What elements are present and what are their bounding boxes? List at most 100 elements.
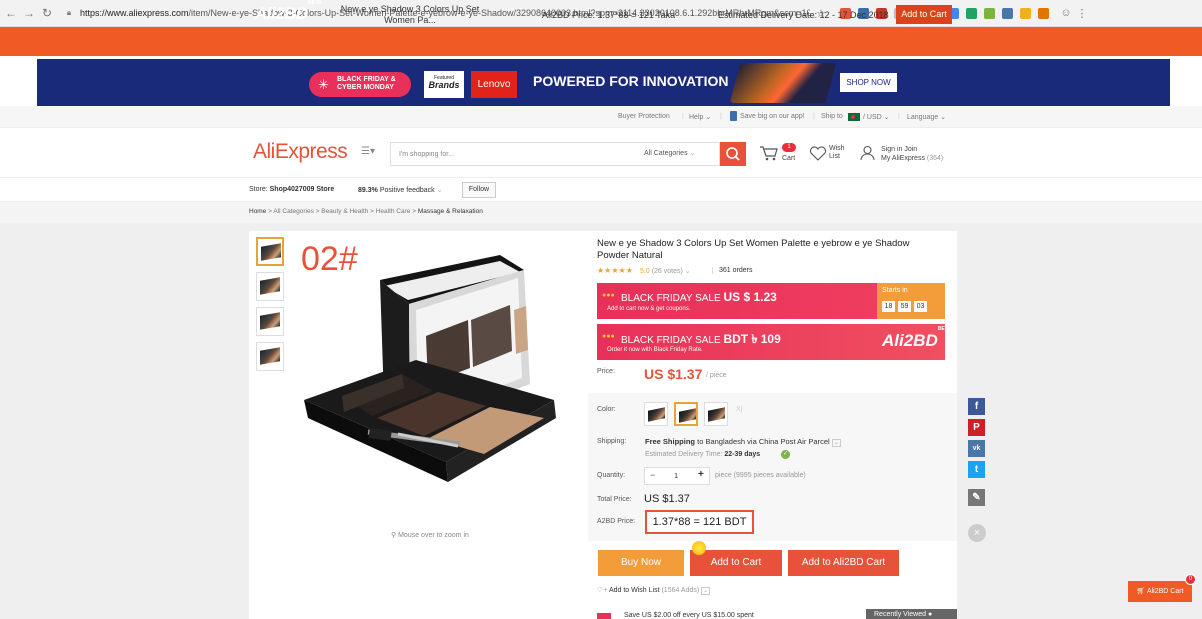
more-menu-icon[interactable]: ⋮ — [1075, 7, 1089, 20]
recently-viewed-icon: ● — [927, 611, 933, 618]
search-button[interactable] — [720, 142, 746, 166]
store-bar — [0, 178, 1202, 202]
timer-seconds: 03 — [914, 301, 927, 312]
gallery-thumbnail[interactable] — [256, 342, 284, 371]
divider: | — [898, 113, 900, 120]
url-host: https://www.aliexpress.com — [80, 8, 189, 18]
quantity-increase-button[interactable]: + — [698, 469, 704, 480]
ali2bd-add-to-cart-button[interactable]: Add to Cart — [896, 5, 952, 24]
swatch-image — [648, 407, 665, 422]
wish-list-link[interactable]: Wish List — [829, 145, 845, 161]
phones-image — [729, 63, 837, 103]
store-info[interactable]: Store: Shop4027009 Store — [249, 186, 334, 193]
currency-selector[interactable]: / USD ⌄ — [863, 113, 889, 121]
heart-icon[interactable] — [809, 146, 827, 161]
add-to-ali2bd-cart-button[interactable]: Add to Ali2BD Cart — [788, 550, 899, 576]
language-selector[interactable]: Language ⌄ — [907, 113, 946, 121]
categories-menu-icon[interactable]: ☰▾ — [361, 146, 375, 157]
extension-icon[interactable] — [1038, 7, 1049, 19]
starts-in-label: Starts in — [882, 287, 908, 294]
app-link[interactable]: Save big on our app! — [740, 113, 805, 120]
swatch-image — [679, 408, 696, 423]
category-select[interactable]: All Categories ⌄ — [644, 149, 695, 157]
cart-label[interactable]: Cart — [782, 155, 795, 162]
shipping-label: Shipping: — [597, 438, 627, 445]
breadcrumb-home[interactable]: Home — [249, 208, 266, 215]
extension-icon[interactable] — [984, 7, 995, 19]
buyer-protection-link[interactable]: Buyer Protection — [618, 113, 670, 120]
search-input[interactable] — [391, 143, 621, 165]
feedback-percent: 89.3% — [358, 187, 378, 194]
timer-minutes: 59 — [898, 301, 911, 312]
featured-brands-logo: Featured Brands — [424, 71, 464, 98]
sale-price: BDT ৳ 109 — [723, 332, 781, 346]
vk-icon[interactable]: vk — [968, 440, 985, 457]
forward-icon[interactable]: → — [22, 6, 36, 20]
close-icon[interactable]: × — [968, 524, 986, 542]
facebook-icon[interactable]: f — [968, 398, 985, 415]
badge-line-1: BLACK FRIDAY & — [337, 76, 396, 83]
quantity-decrease-button[interactable]: − — [650, 470, 655, 480]
product-image[interactable] — [298, 250, 580, 522]
color-swatch[interactable] — [644, 402, 668, 426]
extension-icon[interactable] — [966, 7, 977, 19]
gallery-thumbnail[interactable] — [256, 237, 284, 266]
ship-to-label[interactable]: Ship to — [821, 113, 843, 120]
user-icon[interactable] — [860, 145, 875, 161]
breadcrumb-all-categories[interactable]: All Categories — [273, 208, 313, 215]
reload-icon[interactable]: ↻ — [40, 6, 54, 20]
gallery-thumbnail[interactable] — [256, 272, 284, 301]
ali2bd-logo[interactable]: Ali2BDBETA — [255, 0, 322, 24]
swatch-image — [708, 407, 725, 422]
sale-subtitle: Order it now with Black Friday Rate. — [607, 347, 703, 353]
pencil-icon[interactable]: ✎ — [968, 489, 985, 506]
breadcrumb-beauty-health[interactable]: Beauty & Health — [321, 208, 368, 215]
thumbnail-image — [260, 347, 280, 365]
sale-prefix: BLACK FRIDAY SALE — [621, 335, 721, 346]
extension-icon[interactable] — [1002, 7, 1013, 19]
breadcrumb-current[interactable]: Massage & Relaxation — [418, 208, 483, 215]
extension-icon[interactable] — [1020, 7, 1031, 19]
wish-line-2: List — [829, 153, 840, 160]
floating-cart-count: 0 — [1185, 574, 1196, 585]
twitter-icon[interactable]: t — [968, 461, 985, 478]
a2bd-price-value: 1.37*88 = 121 BDT — [645, 510, 754, 534]
free-shipping-label: Free Shipping — [645, 437, 696, 446]
snowflake-icon: ✳ — [318, 77, 329, 92]
quantity-input[interactable]: 1 — [674, 471, 678, 480]
total-price-value: US $1.37 — [644, 493, 690, 505]
aliexpress-logo[interactable]: AliExpress — [253, 140, 348, 164]
bangladesh-flag-icon — [848, 113, 860, 121]
breadcrumb-health-care[interactable]: Health Care — [376, 208, 411, 215]
ali2bd-floating-cart[interactable]: 🛒︎ Ali2BD Cart — [1128, 581, 1192, 602]
shipping-method[interactable]: Free Shipping to Bangladesh via China Po… — [645, 437, 841, 447]
breadcrumb-bar — [0, 202, 1202, 223]
cart-icon[interactable] — [759, 144, 779, 162]
recently-viewed-label: Recently Viewed — [874, 611, 927, 618]
profile-icon[interactable]: ☺ — [1059, 7, 1073, 19]
color-swatch[interactable] — [704, 402, 728, 426]
add-to-cart-button[interactable]: Add to Cart — [690, 550, 782, 576]
rating-value: 5.0 — [640, 268, 650, 275]
delivery-label: Estimated Delivery Time: — [645, 451, 723, 458]
shop-now-button[interactable]: SHOP NOW — [840, 73, 897, 92]
add-to-wish-list-link[interactable]: ♡+ Add to Wish List (1564 Adds) ⌄ — [597, 586, 711, 595]
rating-summary[interactable]: 5.0 (26 votes) ⌄ — [640, 267, 691, 275]
back-icon[interactable]: ← — [4, 6, 18, 20]
check-icon: ✓ — [781, 450, 790, 459]
recently-viewed-tab[interactable]: Recently Viewed ● — [866, 609, 957, 619]
coupon-offer[interactable]: Save US $2.00 off every US $15.00 spent — [624, 612, 754, 619]
a2bd-price-label: A2BD Price: — [597, 518, 636, 525]
pinterest-icon[interactable]: P — [968, 419, 985, 436]
help-link[interactable]: Help ⌄ — [689, 113, 711, 121]
sign-in-link[interactable]: Sign in Join My AliExpress (364) — [881, 145, 943, 163]
ali2bd-bar — [0, 27, 1202, 56]
store-name[interactable]: Shop4027009 Store — [270, 186, 335, 193]
color-swatch-selected[interactable] — [674, 402, 698, 426]
buy-now-button[interactable]: Buy Now — [598, 550, 684, 576]
sale-logo-tag: BETA — [937, 326, 951, 333]
store-feedback[interactable]: 89.3% Positive feedback ⌄ — [358, 186, 443, 194]
price-value: US $1.37 — [644, 366, 703, 382]
follow-button[interactable]: Follow — [462, 182, 496, 198]
gallery-thumbnail[interactable] — [256, 307, 284, 336]
